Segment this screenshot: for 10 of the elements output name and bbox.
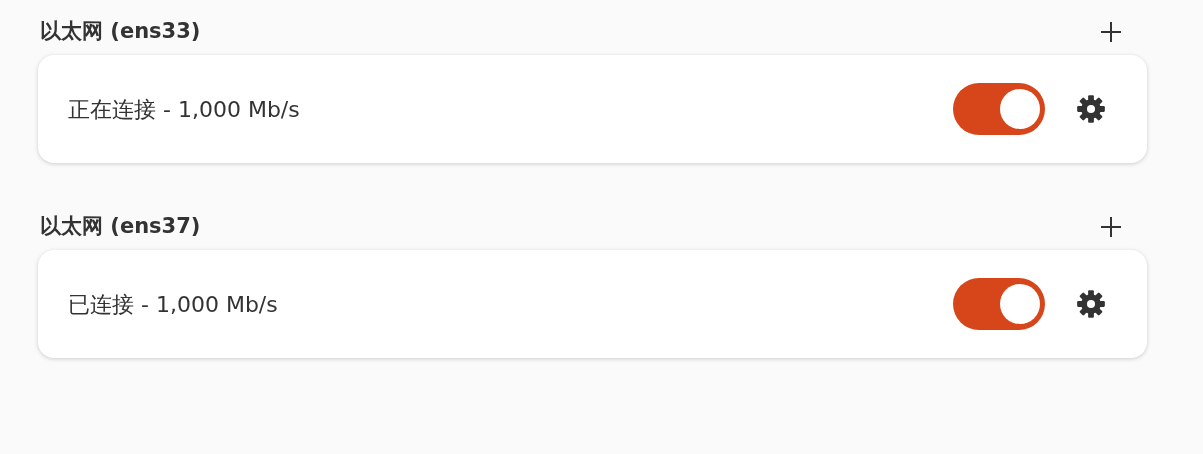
toggle-switch[interactable] [953,83,1045,135]
settings-icon [1076,289,1106,319]
plus-icon [1100,216,1122,238]
connection-status: 已连接 - 1,000 Mb/s [68,290,279,319]
settings-icon [1076,94,1106,124]
connection-status: 正在连接 - 1,000 Mb/s [68,95,301,124]
plus-icon [1100,21,1122,43]
section-title: 以太网 (ens33) [39,18,201,46]
toggle-switch[interactable] [953,278,1045,330]
section-title: 以太网 (ens37) [39,213,201,241]
